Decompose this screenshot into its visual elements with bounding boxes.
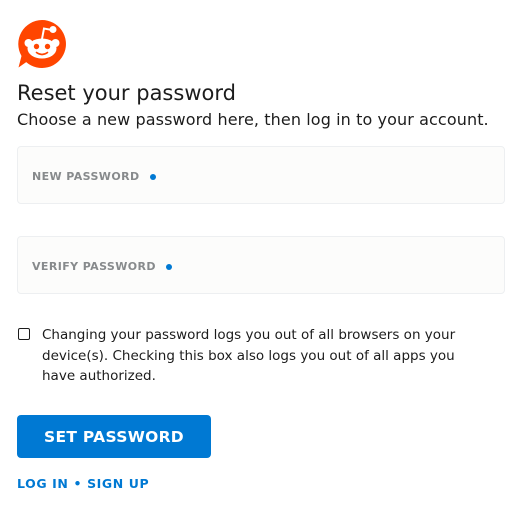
log-in-link[interactable]: LOG IN — [17, 476, 68, 491]
verify-password-input[interactable] — [18, 237, 504, 293]
verify-password-field[interactable]: VERIFY PASSWORD — [17, 236, 505, 294]
page-title: Reset your password — [17, 81, 236, 105]
sign-up-link[interactable]: SIGN UP — [87, 476, 149, 491]
new-password-field[interactable]: NEW PASSWORD — [17, 146, 505, 204]
new-password-input[interactable] — [18, 147, 504, 203]
logout-all-checkbox-label[interactable]: Changing your password logs you out of a… — [42, 325, 492, 387]
page-subtitle: Choose a new password here, then log in … — [17, 110, 489, 129]
logout-all-checkbox[interactable] — [18, 328, 30, 340]
set-password-button[interactable]: SET PASSWORD — [17, 415, 211, 458]
link-separator: • — [73, 476, 83, 491]
auth-links: LOG IN • SIGN UP — [17, 476, 149, 491]
reddit-logo-icon[interactable] — [17, 19, 67, 69]
